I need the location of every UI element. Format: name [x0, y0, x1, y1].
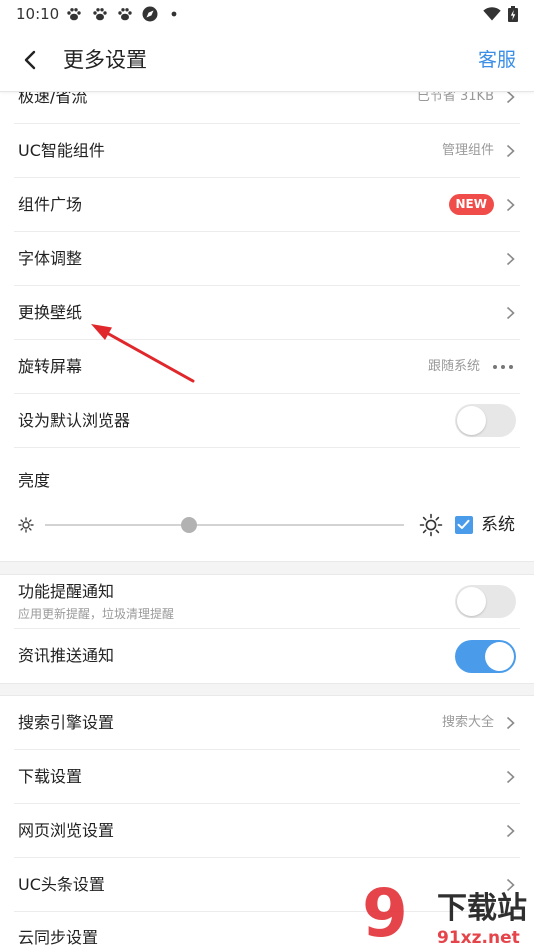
setting-row-wallpaper[interactable]: 更换壁纸: [14, 286, 520, 340]
more-dots-icon[interactable]: [492, 364, 514, 370]
setting-value: 搜索大全: [441, 714, 494, 730]
setting-row-feature-notifications: 功能提醒通知 应用更新提醒，垃圾清理提醒: [14, 575, 520, 629]
toggle-knob: [457, 587, 486, 616]
brightness-slider-track[interactable]: [45, 524, 404, 526]
compass-icon: [142, 6, 158, 22]
settings-screen: 10:10 更多设置 客服 极速/省流 已节省 31KB UC智能组件 管理组件…: [0, 0, 534, 950]
customer-service-link[interactable]: 客服: [478, 47, 516, 73]
brightness-label: 亮度: [18, 471, 51, 490]
sun-large-icon: [419, 513, 443, 537]
setting-row-download[interactable]: 下载设置: [14, 750, 520, 804]
sun-small-icon: [18, 517, 34, 533]
system-brightness-checkbox[interactable]: [455, 516, 473, 534]
chevron-left-icon[interactable]: [19, 48, 43, 72]
brightness-section: 亮度 系统: [14, 448, 520, 561]
paw-icon: [93, 8, 107, 21]
setting-row-rotate-screen[interactable]: 旋转屏幕 跟随系统: [14, 340, 520, 394]
setting-label: UC智能组件: [18, 140, 105, 160]
setting-label: 网页浏览设置: [18, 820, 115, 840]
setting-row-widget-square[interactable]: 组件广场 NEW: [14, 178, 520, 232]
paw-icon: [67, 8, 81, 21]
setting-value: 管理组件: [441, 142, 494, 158]
chevron-right-icon: [506, 198, 515, 211]
section-divider: [0, 683, 534, 696]
paw-icon: [118, 8, 132, 21]
setting-label: 搜索引擎设置: [18, 712, 115, 732]
setting-label: 功能提醒通知: [18, 581, 115, 601]
toggle-knob: [457, 406, 486, 435]
site-watermark: 9 下载站 91xz.net: [360, 884, 532, 950]
brightness-slider-row: 系统: [14, 513, 520, 537]
watermark-name: 下载站: [437, 891, 527, 926]
chevron-right-icon: [506, 252, 515, 265]
wifi-icon: [483, 7, 501, 21]
setting-row-font-size[interactable]: 字体调整: [14, 232, 520, 286]
chevron-right-icon: [506, 770, 515, 783]
setting-label-group: 功能提醒通知 应用更新提醒，垃圾清理提醒: [18, 582, 455, 622]
app-header: 更多设置 客服: [0, 28, 534, 92]
status-time: 10:10: [16, 5, 60, 23]
chevron-right-icon: [506, 306, 515, 319]
system-brightness-label: 系统: [481, 515, 515, 535]
setting-label: 设为默认浏览器: [18, 410, 131, 430]
setting-row-news-push: 资讯推送通知: [14, 629, 520, 683]
setting-row-web-browsing[interactable]: 网页浏览设置: [14, 804, 520, 858]
brightness-slider-handle[interactable]: [180, 517, 197, 533]
default-browser-toggle[interactable]: [455, 404, 516, 437]
setting-row-smart-widgets[interactable]: UC智能组件 管理组件: [14, 124, 520, 178]
setting-label: 资讯推送通知: [18, 646, 115, 665]
setting-sublabel: 应用更新提醒，垃圾清理提醒: [18, 606, 175, 621]
setting-label: 更换壁纸: [18, 302, 83, 322]
chevron-right-icon: [506, 716, 515, 729]
watermark-logo: 9: [362, 884, 408, 950]
feature-notifications-toggle[interactable]: [455, 585, 516, 618]
setting-label: 旋转屏幕: [18, 356, 83, 376]
toggle-knob: [485, 641, 514, 671]
watermark-url: 91xz.net: [437, 928, 520, 948]
section-divider: [0, 561, 534, 575]
page-title: 更多设置: [63, 48, 147, 72]
setting-label: 下载设置: [18, 766, 83, 786]
chevron-right-icon: [506, 824, 515, 837]
setting-value: 跟随系统: [427, 358, 480, 374]
setting-row-search-engine[interactable]: 搜索引擎设置 搜索大全: [14, 696, 520, 750]
setting-label: 字体调整: [18, 248, 83, 268]
battery-charging-icon: [508, 6, 518, 22]
setting-label: 组件广场: [18, 194, 83, 214]
chevron-right-icon: [506, 144, 515, 157]
checkmark-icon: [457, 519, 470, 529]
new-badge: NEW: [448, 194, 494, 215]
setting-row-default-browser: 设为默认浏览器: [14, 394, 520, 448]
news-push-toggle[interactable]: [455, 639, 516, 673]
status-bar: 10:10: [0, 0, 534, 28]
dot-icon: [171, 11, 177, 17]
settings-list: 极速/省流 已节省 31KB UC智能组件 管理组件 组件广场 NEW 字体调整…: [0, 70, 534, 950]
